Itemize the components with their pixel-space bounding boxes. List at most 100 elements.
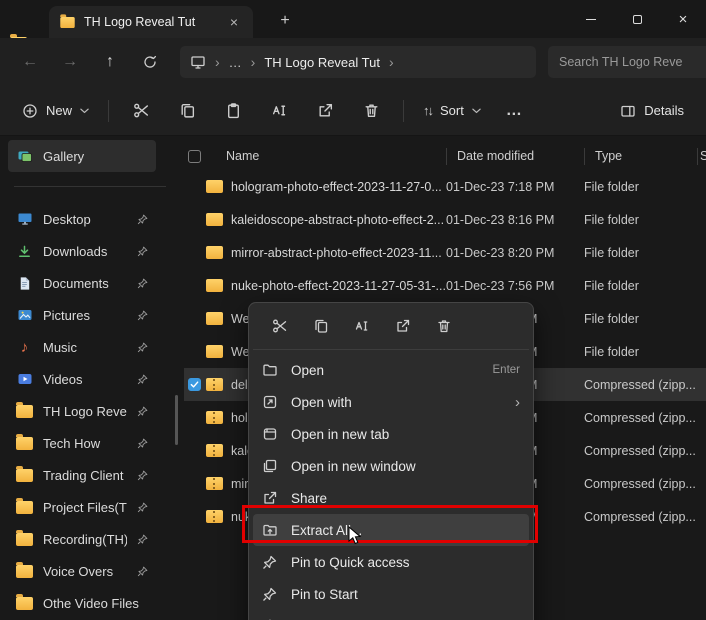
menu-item-pin-to-quick-access[interactable]: Pin to Quick access [253,546,529,578]
file-row[interactable]: mirror-abstract-photo-effect-2023-11... … [184,236,706,269]
share-button[interactable] [384,311,422,341]
sidebar-item-gallery[interactable]: Gallery [8,140,156,172]
more-options-button[interactable]: … [496,95,532,127]
menu-item-extract-all[interactable]: Extract All... [253,514,529,546]
new-button[interactable]: New [12,96,99,126]
open-icon [262,362,279,378]
column-header-size[interactable]: S [697,148,706,165]
sidebar-item-trading-client[interactable]: Trading Client [8,459,156,491]
menu-item-share[interactable]: Share [253,482,529,514]
details-pane-button[interactable]: Details [610,96,694,126]
folder-icon [206,246,223,259]
zip-folder-icon [206,411,223,424]
file-type: File folder [584,279,697,293]
search-input[interactable]: Search TH Logo Reve [548,46,706,78]
sidebar-item-recording[interactable]: Recording(TH) [8,523,156,555]
file-name: nuke-photo-effect-2023-11-27-05-31-... [231,279,446,293]
menu-item-label: Extract All... [291,523,362,538]
sidebar-item-videos[interactable]: Videos [8,363,156,395]
delete-button[interactable] [425,311,463,341]
menu-item-open-with[interactable]: Open with › [253,386,529,418]
menu-item-pin-to-start[interactable]: Pin to Start [253,578,529,610]
folder-icon [206,180,223,193]
sidebar-item-label: Tech How [43,436,127,451]
sidebar-item-downloads[interactable]: Downloads [8,235,156,267]
column-header-type[interactable]: Type [584,148,697,165]
address-bar[interactable]: › … › TH Logo Reveal Tut › [180,46,536,78]
folder-icon [206,279,223,292]
sidebar-item-label: Documents [43,276,127,291]
sidebar-item-desktop[interactable]: Desktop [8,203,156,235]
sidebar-item-voice-overs[interactable]: Voice Overs [8,555,156,587]
rename-button[interactable] [261,95,297,127]
rename-icon [271,102,288,119]
cut-icon [133,102,150,119]
minimize-button[interactable] [568,0,614,38]
file-date: 01-Dec-23 7:56 PM [446,279,584,293]
sidebar-item-label: Recording(TH) [43,532,127,547]
folder-icon [16,403,33,420]
cut-button[interactable] [123,95,159,127]
file-row[interactable]: kaleidoscope-abstract-photo-effect-2... … [184,203,706,236]
folder-icon [16,435,33,452]
explorer-tab[interactable]: TH Logo Reveal Tut × [49,6,253,38]
menu-item-label: Open in new tab [291,427,389,442]
file-row[interactable]: hologram-photo-effect-2023-11-27-0... 01… [184,170,706,203]
sidebar-item-pictures[interactable]: Pictures [8,299,156,331]
new-tab-icon [262,426,279,442]
menu-item-open[interactable]: Open Enter [253,354,529,386]
pin-icon [137,214,148,225]
delete-button[interactable] [353,95,389,127]
tab-close-icon[interactable]: × [225,14,243,30]
share-button[interactable] [307,95,343,127]
sidebar-item-label: Music [43,340,127,355]
column-header-name[interactable]: Name [206,149,446,163]
select-all-checkbox[interactable] [188,150,201,163]
file-row[interactable]: nuke-photo-effect-2023-11-27-05-31-... 0… [184,269,706,302]
sidebar-scrollbar[interactable] [175,395,178,445]
menu-item-label: Pin to Quick access [291,555,410,570]
paste-button[interactable] [215,95,251,127]
sidebar-item-tech-how[interactable]: Tech How [8,427,156,459]
rename-icon [354,318,370,334]
menu-item-add-to-favorites[interactable]: Add to Favorites [253,610,529,620]
sort-button[interactable]: ↑↓ Sort [413,96,491,125]
up-button[interactable]: ↑ [90,45,130,79]
file-type: Compressed (zipp... [584,477,697,491]
sidebar-item-documents[interactable]: Documents [8,267,156,299]
forward-button[interactable]: → [50,45,90,79]
open-with-icon [262,394,279,410]
row-checkbox-checked[interactable] [188,378,201,391]
command-toolbar: New ↑↓ Sort … Details [0,86,706,136]
pin-icon [137,374,148,385]
sidebar-divider [14,186,166,187]
menu-item-label: Open [291,363,324,378]
details-pane-icon [620,103,636,119]
sidebar-item-music[interactable]: ♪ Music [8,331,156,363]
copy-button[interactable] [169,95,205,127]
back-button[interactable]: ← [10,45,50,79]
maximize-button[interactable] [614,0,660,38]
column-header-date-modified[interactable]: Date modified [446,148,584,165]
breadcrumb-overflow-button[interactable]: … [229,55,242,70]
menu-item-open-in-new-window[interactable]: Open in new window [253,450,529,482]
copy-button[interactable] [302,311,340,341]
sidebar-item-th-logo-reveal[interactable]: TH Logo Revea... [8,395,156,427]
minimize-icon [586,19,596,20]
rename-button[interactable] [343,311,381,341]
cut-icon [272,318,288,334]
sidebar-item-other-video-files[interactable]: Othe Video Files [8,587,156,619]
breadcrumb-chevron-icon: › [215,54,220,70]
cut-button[interactable] [261,311,299,341]
share-icon [317,102,334,119]
menu-item-open-in-new-tab[interactable]: Open in new tab [253,418,529,450]
close-button[interactable]: × [660,0,706,38]
folder-icon [206,345,223,358]
new-button-label: New [46,103,72,118]
sidebar-item-project-files[interactable]: Project Files(TH... [8,491,156,523]
breadcrumb-current-folder[interactable]: TH Logo Reveal Tut [264,55,380,70]
refresh-button[interactable] [130,45,170,79]
new-tab-button[interactable]: + [275,12,295,30]
sidebar-item-label: Pictures [43,308,127,323]
sidebar-item-label: Desktop [43,212,127,227]
